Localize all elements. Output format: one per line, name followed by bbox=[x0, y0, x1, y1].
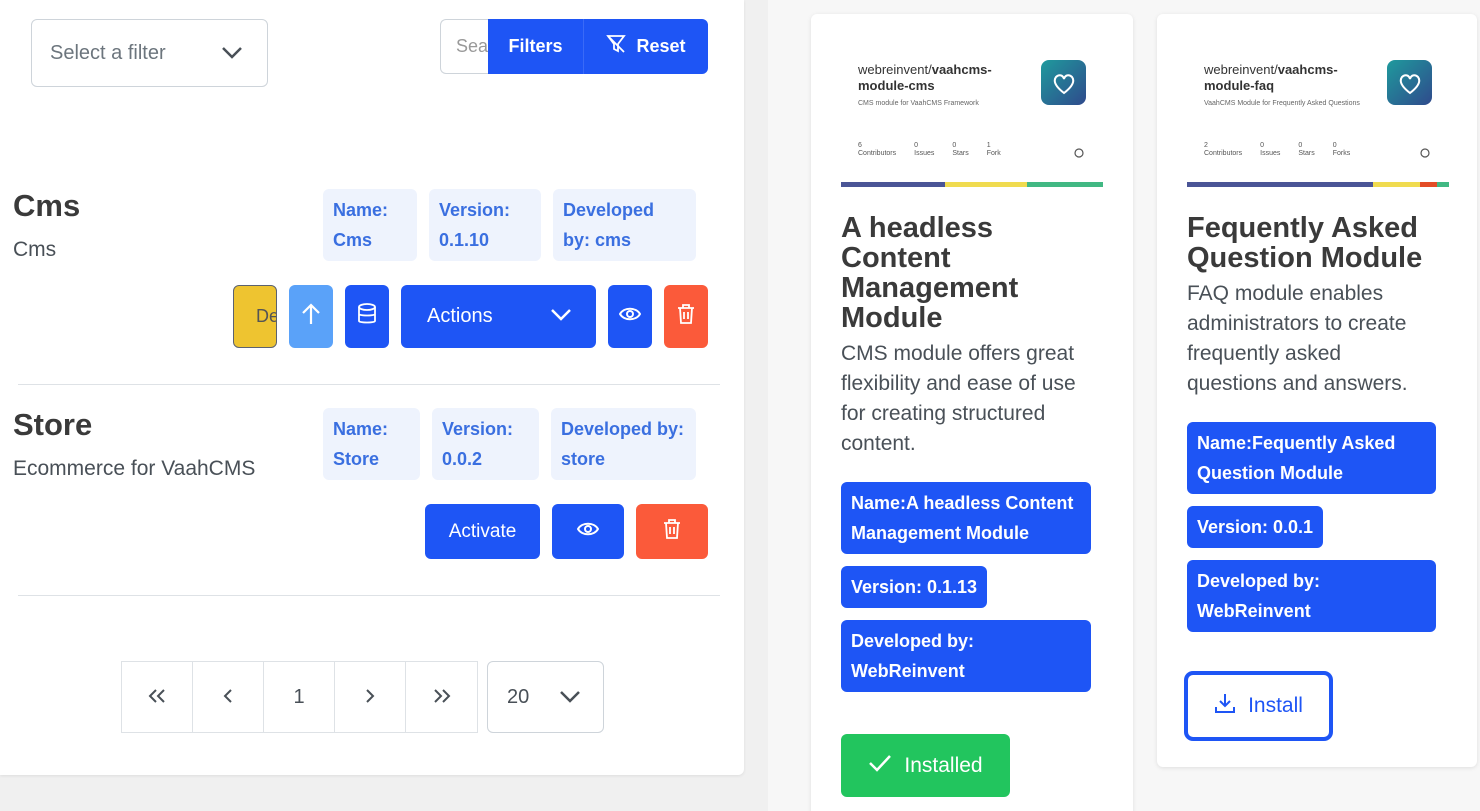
install-button[interactable]: Install bbox=[1187, 674, 1330, 738]
github-icon bbox=[1074, 145, 1084, 163]
actions-dropdown[interactable]: Actions bbox=[401, 285, 596, 348]
card-description: FAQ module enables administrators to crea… bbox=[1187, 282, 1408, 395]
prev-page-button[interactable] bbox=[193, 662, 264, 732]
filters-button[interactable]: Filters bbox=[488, 19, 584, 74]
view-button[interactable] bbox=[552, 504, 624, 559]
filter-placeholder: Select a filter bbox=[50, 41, 166, 64]
divider bbox=[18, 384, 720, 385]
filter-dropdown[interactable]: Select a filter bbox=[31, 19, 268, 87]
divider bbox=[18, 595, 720, 596]
update-button[interactable] bbox=[289, 285, 333, 348]
eye-icon bbox=[618, 306, 642, 327]
card-title: Fequently Asked Question Module bbox=[1187, 212, 1423, 274]
last-page-button[interactable] bbox=[406, 662, 477, 732]
repo-preview-image: webreinvent/vaahcms-module-cms CMS modul… bbox=[841, 14, 1103, 189]
card-description: CMS module offers great flexibility and e… bbox=[841, 342, 1076, 455]
paginator: 1 bbox=[121, 661, 478, 733]
vaahcms-logo bbox=[1387, 60, 1432, 105]
name-chip: Name:A headless Content Management Module bbox=[841, 482, 1091, 554]
version-chip: Version: 0.0.1 bbox=[1187, 506, 1324, 548]
search-toolbar: Search Filters Reset bbox=[440, 19, 708, 74]
version-tag: Version: 0.1.10 bbox=[429, 189, 541, 261]
first-page-button[interactable] bbox=[122, 662, 193, 732]
activate-button[interactable]: Activate bbox=[425, 504, 540, 559]
vaahcms-logo bbox=[1041, 60, 1086, 105]
name-chip: Name:Fequently Asked Question Module bbox=[1187, 422, 1436, 494]
developer-tag: Developed by: cms bbox=[553, 189, 696, 261]
module-description: Cms bbox=[13, 238, 57, 261]
page-number-button[interactable]: 1 bbox=[264, 662, 335, 732]
module-title: Cms bbox=[13, 188, 81, 223]
next-page-button[interactable] bbox=[335, 662, 406, 732]
developer-chip: Developed by: WebReinvent bbox=[1187, 560, 1436, 632]
name-tag: Name: Store bbox=[323, 408, 420, 480]
repo-preview-image: webreinvent/vaahcms-module-faq VaahCMS M… bbox=[1187, 14, 1449, 189]
module-title: Store bbox=[13, 407, 93, 442]
card-title: A headless Content Management Module bbox=[841, 212, 1019, 334]
installed-button[interactable]: Installed bbox=[841, 734, 1010, 797]
github-icon bbox=[1420, 145, 1430, 163]
double-chevron-left-icon bbox=[147, 686, 167, 709]
eye-icon bbox=[576, 521, 600, 542]
name-tag: Name: Cms bbox=[323, 189, 417, 261]
reset-button[interactable]: Reset bbox=[584, 19, 708, 74]
chevron-down-icon bbox=[197, 20, 267, 86]
developer-chip: Developed by: WebReinvent bbox=[841, 620, 1091, 692]
module-description: Ecommerce for VaahCMS bbox=[13, 457, 256, 480]
arrow-up-icon bbox=[301, 302, 321, 331]
download-icon bbox=[1214, 692, 1236, 720]
module-card: webreinvent/vaahcms-module-cms CMS modul… bbox=[811, 14, 1133, 811]
delete-button[interactable] bbox=[636, 504, 708, 559]
view-button[interactable] bbox=[608, 285, 652, 348]
search-input[interactable]: Search bbox=[440, 19, 488, 74]
double-chevron-right-icon bbox=[432, 686, 452, 709]
delete-button[interactable] bbox=[664, 285, 708, 348]
developer-tag: Developed by: store bbox=[551, 408, 696, 480]
trash-icon bbox=[677, 303, 695, 330]
chevron-left-icon bbox=[223, 686, 233, 709]
rows-per-page-dropdown[interactable]: 20 bbox=[487, 661, 604, 733]
database-icon bbox=[357, 303, 377, 330]
filter-slash-icon bbox=[606, 34, 627, 59]
version-chip: Version: 0.1.13 bbox=[841, 566, 988, 608]
modules-list-panel: Select a filter Search Filters Reset Cms… bbox=[0, 0, 744, 775]
chevron-down-icon bbox=[536, 690, 603, 704]
module-card: webreinvent/vaahcms-module-faq VaahCMS M… bbox=[1157, 14, 1477, 767]
trash-icon bbox=[663, 518, 681, 545]
version-tag: Version: 0.0.2 bbox=[432, 408, 539, 480]
chevron-down-icon bbox=[550, 305, 572, 328]
import-data-button[interactable] bbox=[345, 285, 389, 348]
check-icon bbox=[868, 754, 892, 778]
chevron-right-icon bbox=[365, 686, 375, 709]
deactivate-button[interactable]: Deactivate bbox=[233, 285, 277, 348]
